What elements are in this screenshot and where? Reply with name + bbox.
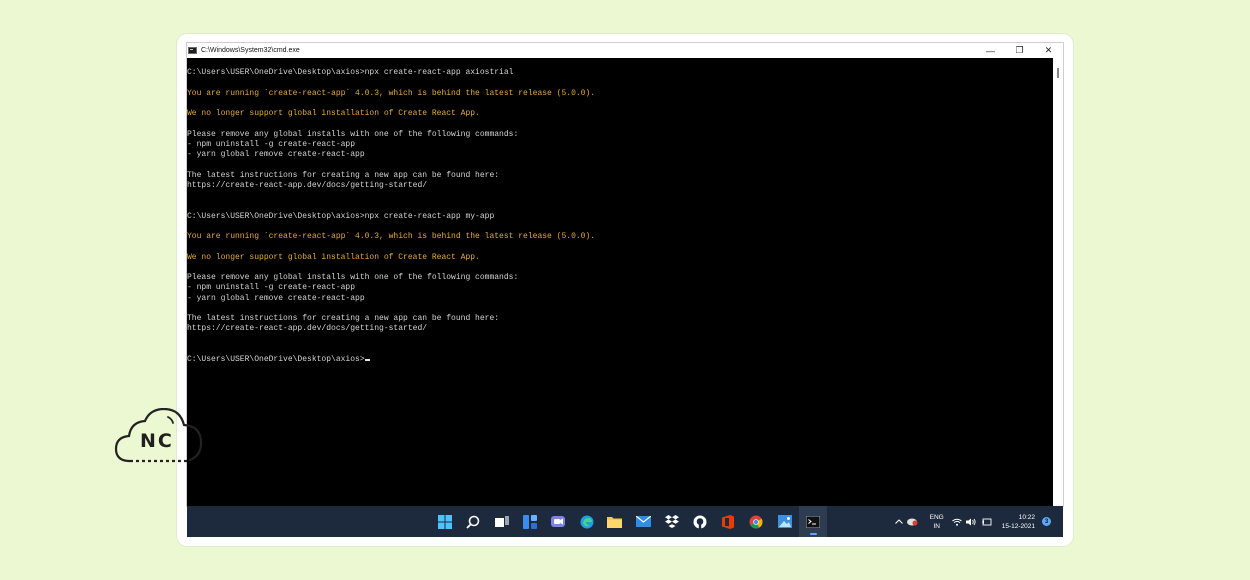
console-output[interactable]: C:\Users\USER\OneDrive\Desktop\axios>npx… [187,58,1053,506]
office-icon[interactable] [714,506,742,537]
scrollbar[interactable] [1053,58,1063,506]
volume-icon[interactable] [965,518,977,526]
warning-line: You are running `create-react-app` 4.0.3… [187,232,596,241]
file-explorer-icon[interactable] [601,506,629,537]
task-view-icon[interactable] [488,506,516,537]
console-line: - npm uninstall -g create-react-app [187,283,356,293]
notification-badge[interactable]: 3 [1042,517,1051,526]
clock[interactable]: 10:22 15-12-2021 [1002,513,1035,531]
github-icon[interactable] [686,506,714,537]
logo-text: NC [140,430,174,452]
title-bar[interactable]: C:\Windows\System32\cmd.exe — ❐ ✕ [187,43,1063,58]
console-line: https://create-react-app.dev/docs/gettin… [187,324,428,334]
teams-chat-icon[interactable] [544,506,572,537]
cmd-window[interactable]: C:\Windows\System32\cmd.exe — ❐ ✕ C:\Use… [187,43,1063,506]
photos-icon[interactable] [771,506,799,537]
system-tray: ENG IN 10:22 15-12-2021 3 [894,506,1063,537]
mail-icon[interactable] [629,506,657,537]
console-line: https://create-react-app.dev/docs/gettin… [187,180,428,190]
prompt-text: C:\Users\USER\OneDrive\Desktop\axios> [187,355,365,364]
dropbox-icon[interactable] [657,506,685,537]
console-line: - yarn global remove create-react-app [187,293,365,303]
warning-line: We no longer support global installation… [187,109,480,118]
language-code: ENG [929,513,944,521]
console-line: Please remove any global installs with o… [187,273,519,282]
taskbar-apps [431,506,828,537]
terminal-icon[interactable] [798,506,828,537]
console-line: - npm uninstall -g create-react-app [187,139,356,149]
battery-icon[interactable] [981,518,992,526]
console-line: Please remove any global installs with o… [187,129,519,139]
chevron-up-icon[interactable] [894,519,903,524]
widgets-icon[interactable] [516,506,544,537]
console-line: C:\Users\USER\OneDrive\Desktop\axios>npx… [187,68,514,77]
wifi-icon[interactable] [951,518,962,526]
console-line: - yarn global remove create-react-app [187,150,365,159]
console-line: C:\Users\USER\OneDrive\Desktop\axios>npx… [187,211,495,221]
nc-cloud-logo: NC [114,407,204,466]
chrome-icon[interactable] [742,506,770,537]
region-code: IN [933,522,940,530]
command-prompt-line[interactable]: C:\Users\USER\OneDrive\Desktop\axios> [187,355,1053,365]
minimize-button[interactable]: — [976,43,1005,58]
clock-date: 15-12-2021 [1001,522,1035,530]
console-line: The latest instructions for creating a n… [187,314,500,323]
scrollbar-thumb[interactable] [1057,68,1059,78]
taskbar: ENG IN 10:22 15-12-2021 3 [187,506,1063,537]
cmd-app-icon[interactable] [188,47,197,54]
warning-line: We no longer support global installation… [187,252,480,262]
text-cursor [364,359,370,361]
search-icon[interactable] [459,506,487,537]
close-button[interactable]: ✕ [1034,43,1063,58]
start-icon[interactable] [431,506,459,537]
language-indicator[interactable]: ENG IN [930,513,944,531]
warning-line: You are running `create-react-app` 4.0.3… [187,88,596,98]
clock-time: 10:22 [1018,513,1035,521]
edge-icon[interactable] [572,506,600,537]
maximize-button[interactable]: ❐ [1005,43,1034,58]
tray-app-icon[interactable] [906,518,918,526]
console-line: The latest instructions for creating a n… [187,170,500,180]
window-controls: — ❐ ✕ [976,43,1063,58]
window-title: C:\Windows\System32\cmd.exe [201,47,300,54]
